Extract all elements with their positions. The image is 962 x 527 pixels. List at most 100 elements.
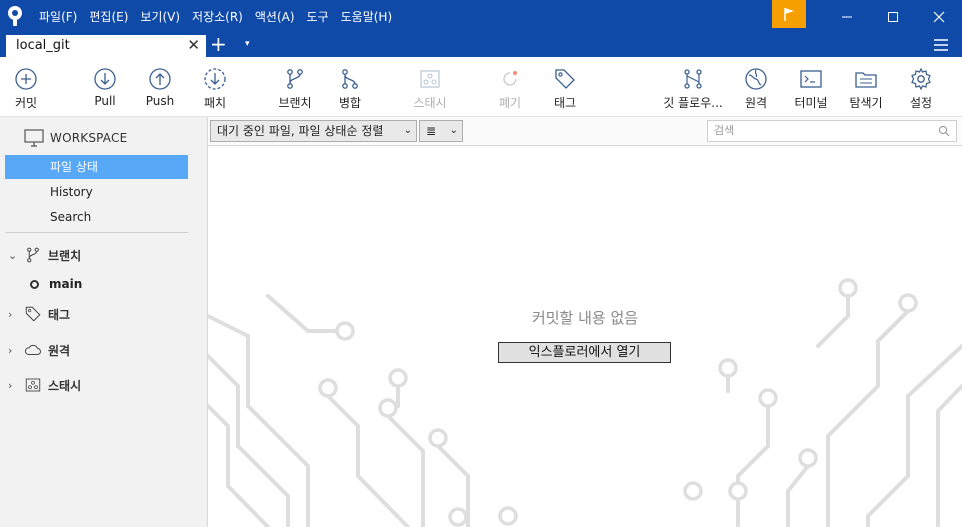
fetch-icon: [204, 68, 226, 90]
menu-view[interactable]: 보기(V): [140, 8, 180, 25]
search-placeholder: 검색: [714, 124, 735, 137]
git-flow-label: 깃 플로우...: [663, 96, 723, 110]
commit-button[interactable]: 커밋: [8, 57, 44, 117]
sidebar-group-remotes[interactable]: › 원격: [8, 341, 70, 359]
merge-label: 병합: [338, 96, 362, 110]
minimize-button[interactable]: [824, 0, 870, 33]
tab-bar: local_git ✕ + ▾: [0, 33, 962, 57]
chevron-down-icon: ⌄: [403, 125, 412, 136]
merge-icon: [342, 69, 358, 89]
branches-label: 브랜치: [48, 248, 82, 263]
current-branch-icon: [30, 279, 39, 289]
commit-label: 커밋: [14, 96, 38, 110]
flag-icon: [784, 8, 794, 21]
main-toolbar: 커밋 Pull Push 패치 브랜치 병합 스태시 폐기 태그 깃 플로우..…: [0, 57, 962, 117]
folder-icon: [855, 72, 877, 88]
menu-help[interactable]: 도움말(H): [341, 8, 393, 25]
workspace-title: WORKSPACE: [50, 131, 128, 145]
branch-item-main[interactable]: main: [30, 277, 82, 291]
empty-state-message: 커밋할 내용 없음: [531, 309, 639, 327]
sidebar-divider: [5, 232, 188, 233]
fetch-label: 패치: [203, 96, 227, 110]
git-flow-button[interactable]: 깃 플로우...: [660, 57, 726, 117]
cloud-icon: [25, 344, 41, 355]
settings-button[interactable]: 설정: [903, 57, 939, 117]
close-window-button[interactable]: [916, 0, 962, 33]
explorer-label: 탐색기: [849, 96, 883, 110]
menu-tools[interactable]: 도구: [307, 8, 329, 25]
branch-button[interactable]: 브랜치: [274, 57, 316, 117]
push-button[interactable]: Push: [142, 57, 178, 117]
sidebar-group-branches[interactable]: ⌄ 브랜치: [8, 246, 81, 264]
pull-button[interactable]: Pull: [87, 57, 123, 117]
push-label: Push: [145, 94, 175, 108]
tags-label: 태그: [48, 307, 71, 322]
chevron-right-icon: ›: [8, 378, 13, 392]
branch-label: 브랜치: [278, 96, 312, 110]
discard-icon: [503, 71, 517, 86]
menu-file[interactable]: 파일(F): [39, 8, 77, 25]
stash-label: 스태시: [413, 96, 447, 110]
menu-repository[interactable]: 저장소(R): [192, 8, 243, 25]
terminal-button[interactable]: 터미널: [790, 57, 832, 117]
menu-actions[interactable]: 액션(A): [255, 8, 295, 25]
sidebar-group-tags[interactable]: › 태그: [8, 305, 70, 323]
stash-icon: [25, 378, 41, 392]
tab-close-icon[interactable]: ✕: [187, 35, 200, 56]
tab-dropdown-icon[interactable]: ▾: [245, 39, 250, 49]
close-icon: [933, 11, 945, 22]
branch-name: main: [49, 277, 83, 291]
merge-button[interactable]: 병합: [332, 57, 368, 117]
maximize-button[interactable]: [870, 0, 916, 33]
remotes-label: 원격: [48, 343, 71, 358]
monitor-icon: [24, 129, 44, 147]
pull-arrow-down-icon: [94, 68, 116, 90]
sidebar-item-file-status[interactable]: 파일 상태: [5, 155, 188, 179]
repo-tab-label: local_git: [16, 38, 70, 53]
pending-files-sort-dropdown[interactable]: 대기 중인 파일, 파일 상태순 정렬 ⌄: [210, 120, 417, 142]
stashes-label: 스태시: [48, 378, 82, 393]
branch-icon: [287, 69, 303, 89]
title-bar: 파일(F) 편집(E) 보기(V) 저장소(R) 액션(A) 도구 도움말(H): [0, 0, 962, 33]
tag-button[interactable]: 태그: [547, 57, 583, 117]
new-tab-button[interactable]: +: [210, 34, 227, 54]
fetch-button[interactable]: 패치: [197, 57, 233, 117]
maximize-icon: [888, 11, 898, 22]
menu-edit[interactable]: 편집(E): [89, 8, 128, 25]
stash-button[interactable]: 스태시: [408, 57, 452, 117]
repo-tab[interactable]: local_git ✕: [6, 35, 206, 57]
main-content: 대기 중인 파일, 파일 상태순 정렬 ⌄ ≣ ⌄ 검색 커밋할 내용 없음 익…: [208, 117, 962, 527]
stash-icon: [420, 70, 440, 88]
view-mode-dropdown[interactable]: ≣ ⌄: [419, 120, 463, 142]
push-arrow-up-icon: [149, 68, 171, 90]
sidebar: WORKSPACE 파일 상태 History Search ⌄ 브랜치 mai…: [0, 117, 208, 527]
pending-files-sort-label: 대기 중인 파일, 파일 상태순 정렬: [217, 124, 384, 138]
chevron-right-icon: ›: [8, 343, 13, 357]
tag-icon: [555, 69, 575, 89]
git-flow-icon: [684, 69, 702, 89]
remote-button[interactable]: 원격: [738, 57, 774, 117]
sidebar-group-stashes[interactable]: › 스태시: [8, 376, 81, 394]
pull-label: Pull: [94, 94, 116, 108]
branch-icon: [27, 247, 39, 263]
discard-button[interactable]: 폐기: [492, 57, 528, 117]
globe-icon: [745, 68, 767, 90]
chevron-down-icon: ⌄: [8, 248, 18, 262]
workspace-header: WORKSPACE: [24, 129, 127, 147]
sidebar-item-history[interactable]: History: [5, 180, 188, 204]
search-input[interactable]: 검색: [707, 120, 957, 142]
discard-label: 폐기: [498, 96, 522, 110]
search-icon: [938, 125, 950, 137]
terminal-icon: [800, 70, 822, 88]
open-in-explorer-button[interactable]: 익스플로러에서 열기: [498, 342, 671, 363]
tag-label: 태그: [553, 96, 577, 110]
sidebar-item-search[interactable]: Search: [5, 205, 188, 229]
hamburger-menu-icon[interactable]: [932, 36, 950, 54]
tag-icon: [25, 306, 41, 322]
filter-bar: 대기 중인 파일, 파일 상태순 정렬 ⌄ ≣ ⌄ 검색: [208, 117, 962, 146]
menu-bar: 파일(F) 편집(E) 보기(V) 저장소(R) 액션(A) 도구 도움말(H): [39, 0, 404, 33]
chevron-down-icon: ⌄: [449, 125, 458, 136]
explorer-button[interactable]: 탐색기: [844, 57, 888, 117]
sourcetree-logo-icon: [8, 6, 22, 26]
notification-flag-button[interactable]: [772, 0, 806, 28]
